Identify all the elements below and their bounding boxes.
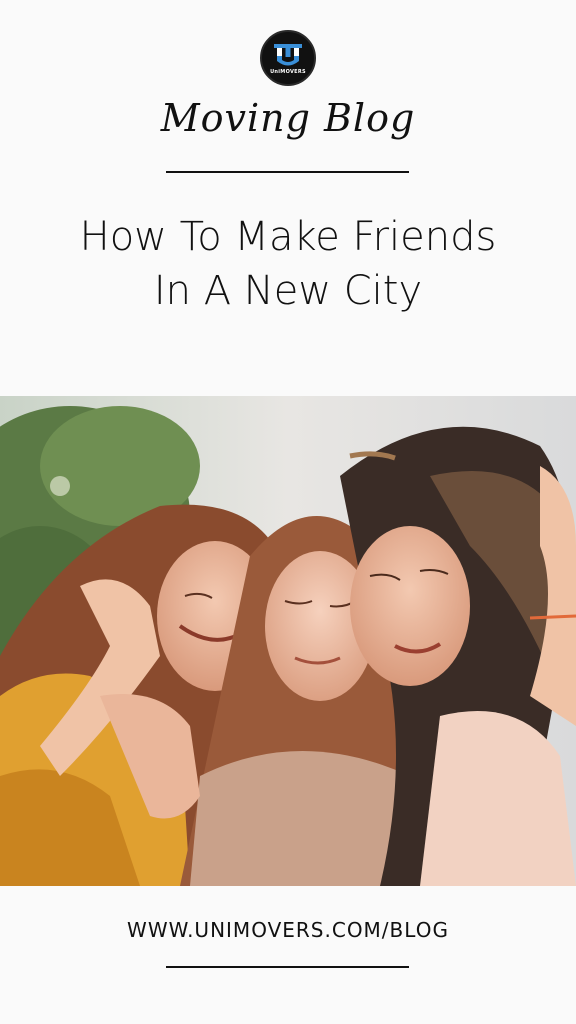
bottom-divider xyxy=(166,966,409,968)
three-friends-hugging-photo-icon xyxy=(0,396,576,886)
unimovers-u-logo-icon xyxy=(274,43,302,65)
top-divider xyxy=(166,171,409,173)
logo-wordmark: UniMOVERS xyxy=(270,68,306,75)
headline-line-1: How To Make Friends xyxy=(79,214,497,260)
headline-line-2: In A New City xyxy=(153,268,423,314)
page-title: How To Make Friends In A New City xyxy=(0,210,576,318)
blog-url-link[interactable]: WWW.UNIMOVERS.COM/BLOG xyxy=(0,918,576,942)
hero-photo xyxy=(0,396,576,886)
blog-script-title: Moving Blog xyxy=(160,96,416,140)
brand-logo[interactable]: UniMOVERS xyxy=(260,30,316,86)
